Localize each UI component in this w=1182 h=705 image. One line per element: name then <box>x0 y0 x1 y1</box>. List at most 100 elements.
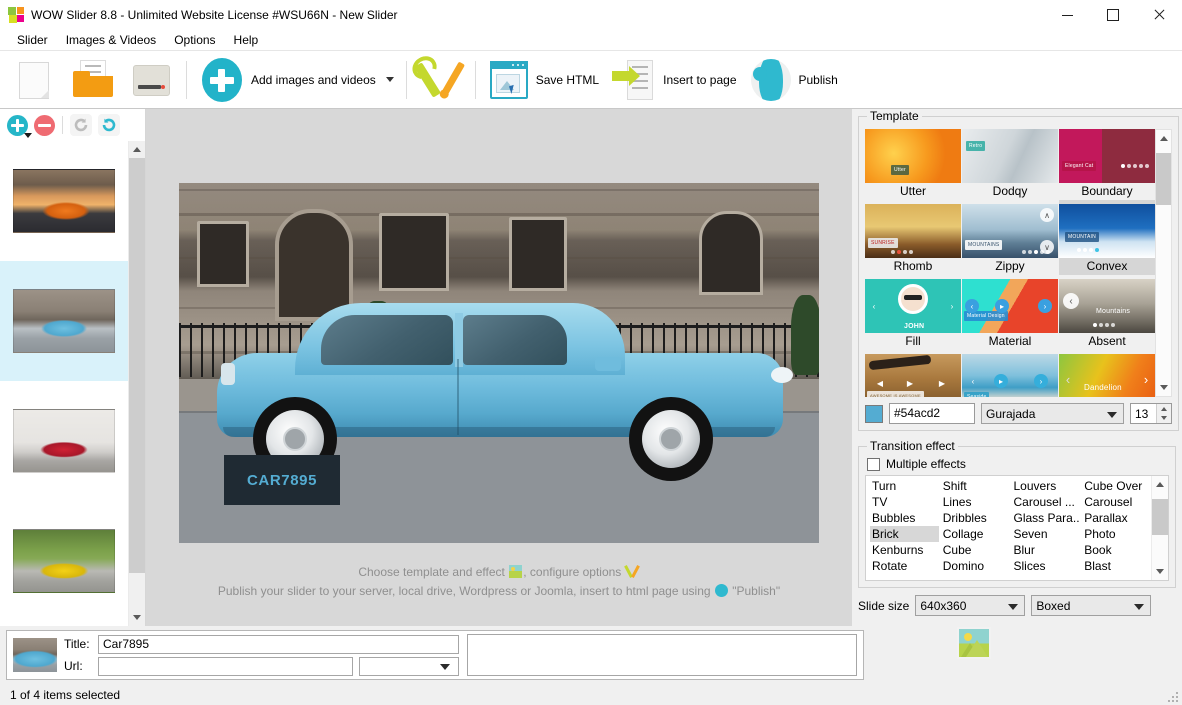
font-size-down-icon[interactable] <box>1157 414 1171 424</box>
save-html-button[interactable]: Save HTML <box>482 55 605 105</box>
resize-grip-icon[interactable] <box>1168 692 1178 702</box>
effect-item[interactable]: Seven <box>1012 526 1081 542</box>
template-browser: Utter Utter Retro Dodqy El <box>865 125 1172 397</box>
scroll-track[interactable] <box>1152 493 1168 563</box>
effect-item[interactable]: Dribbles <box>941 510 1010 526</box>
transition-scrollbar[interactable] <box>1151 476 1168 580</box>
thumb-car-orange <box>13 169 115 233</box>
scroll-track[interactable] <box>129 158 145 609</box>
effect-item-selected[interactable]: Brick <box>870 526 939 542</box>
maximize-icon[interactable] <box>1090 0 1136 30</box>
slide-preview[interactable]: CAR7895 <box>179 183 819 543</box>
rotate-left-icon[interactable] <box>70 114 92 136</box>
close-icon[interactable] <box>1136 0 1182 30</box>
caption-color-hex-input[interactable]: #54acd2 <box>889 403 975 424</box>
multiple-effects-checkbox[interactable]: Multiple effects <box>867 457 1169 471</box>
thumbnails-list[interactable] <box>0 141 128 626</box>
menu-item-help[interactable]: Help <box>225 31 268 49</box>
effect-item[interactable]: Domino <box>941 558 1010 574</box>
font-size-stepper[interactable]: 13 <box>1130 403 1172 424</box>
list-item[interactable] <box>0 141 128 261</box>
effect-item[interactable]: Kenburns <box>870 542 939 558</box>
template-item-row4-2[interactable]: Seaside ▸ › ‹ <box>962 350 1058 397</box>
new-slider-button[interactable] <box>6 55 62 105</box>
scroll-track[interactable] <box>1156 147 1171 379</box>
effect-item[interactable]: Turn <box>870 478 939 494</box>
open-slider-button[interactable] <box>62 55 122 105</box>
template-scrollbar[interactable] <box>1155 129 1172 397</box>
list-item[interactable] <box>0 261 128 381</box>
minimize-icon[interactable] <box>1044 0 1090 30</box>
publish-button[interactable]: Publish <box>743 55 844 105</box>
effect-item[interactable]: Blur <box>1012 542 1081 558</box>
scroll-up-icon[interactable] <box>1152 476 1168 493</box>
effect-item[interactable]: Cube <box>941 542 1010 558</box>
tools-button[interactable] <box>413 55 469 105</box>
remove-image-icon[interactable] <box>34 115 55 136</box>
effect-item[interactable]: Parallax <box>1082 510 1151 526</box>
effect-item[interactable]: Photo <box>1082 526 1151 542</box>
rotate-right-icon[interactable] <box>98 114 120 136</box>
template-item-zippy[interactable]: MOUNTAINS ∧ ∨ Zippy <box>962 200 1058 275</box>
template-grid[interactable]: Utter Utter Retro Dodqy El <box>865 125 1155 397</box>
template-item-utter[interactable]: Utter Utter <box>865 125 961 200</box>
add-image-icon[interactable] <box>7 115 28 136</box>
insert-to-page-button[interactable]: Insert to page <box>605 55 742 105</box>
thumb-car-blue <box>13 289 115 353</box>
effect-item[interactable]: Lines <box>941 494 1010 510</box>
effect-item[interactable]: Bubbles <box>870 510 939 526</box>
effect-item[interactable]: Louvers <box>1012 478 1081 494</box>
effect-item[interactable]: Shift <box>941 478 1010 494</box>
description-textarea[interactable] <box>467 634 857 676</box>
scroll-down-icon[interactable] <box>129 609 145 626</box>
scroll-up-icon[interactable] <box>1156 130 1171 147</box>
template-item-material[interactable]: Material Design ‹ ▸ › Material <box>962 275 1058 350</box>
template-item-convex[interactable]: MOUNTAIN Convex <box>1059 200 1155 275</box>
url-input[interactable] <box>98 657 353 676</box>
chevron-down-icon[interactable] <box>386 77 394 82</box>
slide-fit-select[interactable]: Boxed <box>1031 595 1151 616</box>
template-label: Zippy <box>995 258 1024 275</box>
menu-item-images-videos[interactable]: Images & Videos <box>57 31 166 49</box>
template-item-row4-1[interactable]: AWESOME IS AWESOME ◀ ▶ ▶ <box>865 350 961 397</box>
effect-item[interactable]: TV <box>870 494 939 510</box>
template-overlay-label: JOHN <box>901 321 927 332</box>
template-item-row4-3[interactable]: Dandelion ‹ › <box>1059 350 1155 397</box>
effect-item[interactable]: Carousel <box>1082 494 1151 510</box>
template-item-absent[interactable]: ‹ Mountains Absent <box>1059 275 1155 350</box>
list-item[interactable] <box>0 381 128 501</box>
font-size-up-icon[interactable] <box>1157 404 1171 414</box>
scroll-down-icon[interactable] <box>1152 563 1168 580</box>
scroll-thumb[interactable] <box>1152 499 1168 535</box>
scroll-thumb[interactable] <box>129 158 145 573</box>
effect-item[interactable]: Blast <box>1082 558 1151 574</box>
thumbnails-scrollbar[interactable] <box>128 141 145 626</box>
template-item-dodqy[interactable]: Retro Dodqy <box>962 125 1058 200</box>
caption-color-swatch[interactable] <box>865 405 883 423</box>
slide-size-select[interactable]: 640x360 <box>915 595 1025 616</box>
url-target-select[interactable] <box>359 657 459 676</box>
title-input[interactable]: Car7895 <box>98 635 459 654</box>
add-images-and-videos-button[interactable]: Add images and videos <box>193 55 400 105</box>
list-item[interactable] <box>0 501 128 621</box>
effect-item[interactable]: Cube Over <box>1082 478 1151 494</box>
scroll-down-icon[interactable] <box>1156 379 1171 396</box>
template-item-fill[interactable]: JOHN ‹ › Fill <box>865 275 961 350</box>
scroll-thumb[interactable] <box>1156 153 1171 205</box>
effect-item[interactable]: Slices <box>1012 558 1081 574</box>
effect-item[interactable]: Rotate <box>870 558 939 574</box>
effect-item[interactable]: Book <box>1082 542 1151 558</box>
slide-size-label: Slide size <box>858 599 909 613</box>
transition-effects-list[interactable]: Turn Shift Louvers Cube Over TV Lines Ca… <box>866 476 1151 580</box>
menu-item-options[interactable]: Options <box>165 31 224 49</box>
menu-item-slider[interactable]: Slider <box>8 31 57 49</box>
save-slider-button[interactable] <box>122 55 180 105</box>
effect-item[interactable]: Collage <box>941 526 1010 542</box>
template-item-rhomb[interactable]: SUNRISE Rhomb <box>865 200 961 275</box>
template-item-boundary[interactable]: Elegant Cat Boundary <box>1059 125 1155 200</box>
font-family-select[interactable]: Gurajada <box>981 403 1124 424</box>
form-fields: Title: Car7895 Url: <box>64 635 459 676</box>
scroll-up-icon[interactable] <box>129 141 145 158</box>
effect-item[interactable]: Carousel ... <box>1012 494 1081 510</box>
effect-item[interactable]: Glass Para... <box>1012 510 1081 526</box>
